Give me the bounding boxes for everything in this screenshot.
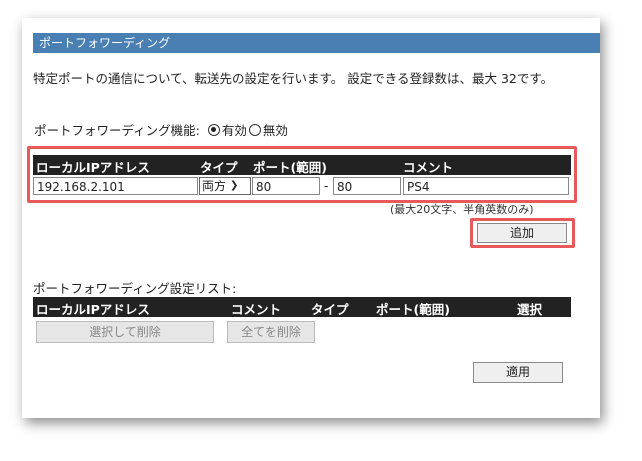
list-header-type: タイプ (311, 302, 349, 317)
radio-enabled-label: 有効 (221, 123, 247, 138)
function-label: ポートフォワーディング機能: (34, 123, 200, 138)
comment-note: (最大20文字、半角英数のみ) (390, 203, 534, 216)
delete-selected-button[interactable]: 選択して削除 (36, 321, 214, 343)
description-text: 特定ポートの通信について、転送先の設定を行います。 設定できる登録数は、最大 3… (33, 71, 554, 86)
port-from-input[interactable]: 80 (252, 177, 320, 195)
apply-button[interactable]: 適用 (473, 362, 563, 383)
header-ip: ローカルIPアドレス (36, 160, 150, 175)
list-header-select: 選択 (517, 302, 543, 317)
function-toggle: ポートフォワーディング機能: 有効 無効 (34, 120, 288, 139)
entry-row: 192.168.2.101 両方 ❯ 80 - 80 PS4 (33, 176, 571, 198)
header-type: タイプ (200, 160, 238, 175)
port-to-input[interactable]: 80 (333, 177, 401, 195)
comment-input[interactable]: PS4 (403, 177, 569, 195)
section-title: ポートフォワーディング (33, 33, 600, 53)
list-table-header: ローカルIPアドレス コメント タイプ ポート(範囲) 選択 (33, 297, 571, 317)
delete-all-button[interactable]: 全てを削除 (227, 321, 315, 343)
add-button[interactable]: 追加 (477, 223, 567, 243)
ip-address-input[interactable]: 192.168.2.101 (33, 177, 198, 195)
type-select-value: 両方 (202, 179, 227, 193)
header-port: ポート(範囲) (253, 160, 327, 175)
list-label: ポートフォワーディング設定リスト: (33, 281, 237, 296)
list-header-ip: ローカルIPアドレス (36, 302, 150, 317)
header-comment: コメント (403, 160, 454, 175)
list-header-port: ポート(範囲) (376, 302, 450, 317)
radio-disabled-label: 無効 (262, 123, 288, 138)
list-header-comment: コメント (231, 302, 282, 317)
type-select[interactable]: 両方 ❯ (199, 177, 251, 195)
radio-disabled[interactable] (248, 123, 261, 136)
entry-table-header: ローカルIPアドレス タイプ ポート(範囲) コメント (33, 155, 571, 175)
chevron-down-icon: ❯ (230, 180, 239, 191)
radio-enabled[interactable] (207, 123, 220, 136)
port-separator: - (324, 179, 329, 193)
